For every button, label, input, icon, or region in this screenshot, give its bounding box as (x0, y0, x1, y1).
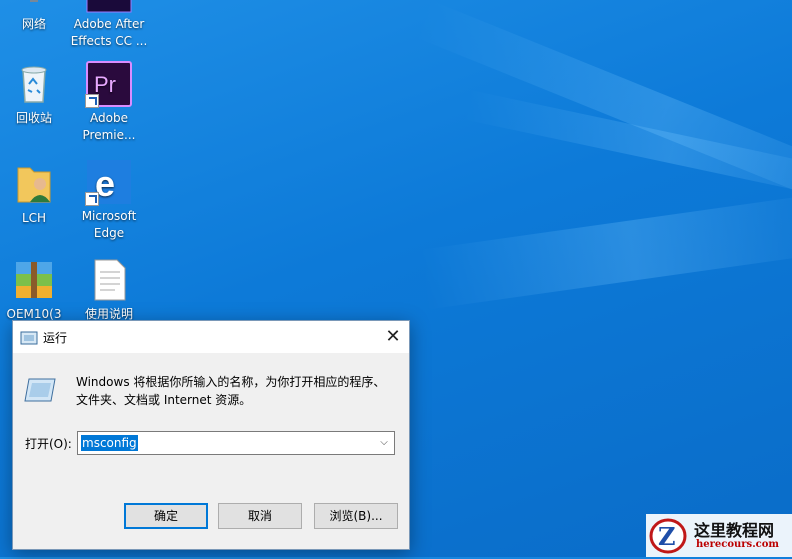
desktop-icon-edge[interactable]: e Microsoft Edge (76, 158, 142, 242)
wallpaper-beam (420, 191, 792, 310)
premiere-icon: Pr (85, 60, 133, 108)
browse-button[interactable]: 浏览(B)... (314, 503, 398, 529)
wallpaper-beam (415, 0, 792, 232)
open-combobox[interactable]: msconfig ⌵ (77, 431, 395, 455)
watermark-logo-icon: Z (648, 516, 688, 555)
desktop-icon-label: 网络 (21, 17, 46, 31)
user-folder-icon (10, 160, 58, 208)
open-input-value[interactable]: msconfig (81, 435, 138, 451)
after-effects-icon (85, 0, 133, 14)
dialog-description: Windows 将根据你所输入的名称，为你打开相应的程序、文件夹、文档或 Int… (76, 375, 386, 407)
desktop-icon-label: 回收站 (15, 111, 52, 125)
text-document-icon (85, 256, 133, 304)
desktop-icon-user-folder[interactable]: LCH (1, 160, 67, 227)
chevron-down-icon[interactable]: ⌵ (378, 436, 390, 450)
wallpaper-beam (463, 90, 792, 207)
ok-button[interactable]: 确定 (124, 503, 208, 529)
run-program-icon (23, 377, 57, 403)
desktop-icon-label: Adobe After Effects CC ... (70, 17, 148, 48)
desktop-icon-network[interactable]: 网络 (1, 0, 67, 33)
dialog-body: Windows 将根据你所输入的名称，为你打开相应的程序、文件夹、文档或 Int… (13, 321, 409, 513)
recycle-bin-icon (10, 60, 58, 108)
desktop-icon-label: LCH (21, 211, 47, 225)
desktop-icon-label: Adobe Premie... (82, 111, 136, 142)
desktop-icon-label: Microsoft Edge (81, 209, 137, 240)
open-label: 打开(O): (25, 437, 72, 451)
cancel-button[interactable]: 取消 (218, 503, 302, 529)
shortcut-arrow-icon (85, 192, 99, 206)
watermark-en-text: herecours.com (696, 539, 780, 550)
dialog-footer: 确定 取消 浏览(B)... (13, 503, 409, 549)
run-dialog: 运行 ✕ Windows 将根据你所输入的名称，为你打开相应的程序、文件夹、文档… (12, 320, 410, 550)
shortcut-arrow-icon (85, 94, 99, 108)
svg-text:Z: Z (658, 522, 676, 551)
edge-icon: e (85, 158, 133, 206)
desktop-icon-premiere[interactable]: Pr Adobe Premie... (76, 60, 142, 144)
network-icon (10, 0, 58, 14)
desktop-icon-after-effects[interactable]: Adobe After Effects CC ... (71, 0, 147, 50)
desktop-icon-readme[interactable]: 使用说明 (76, 256, 142, 323)
archive-icon (10, 256, 58, 304)
watermark: Z 这里教程网 herecours.com (646, 514, 792, 557)
desktop-icon-recycle-bin[interactable]: 回收站 (1, 60, 67, 127)
watermark-cn-text: 这里教程网 (694, 521, 775, 540)
